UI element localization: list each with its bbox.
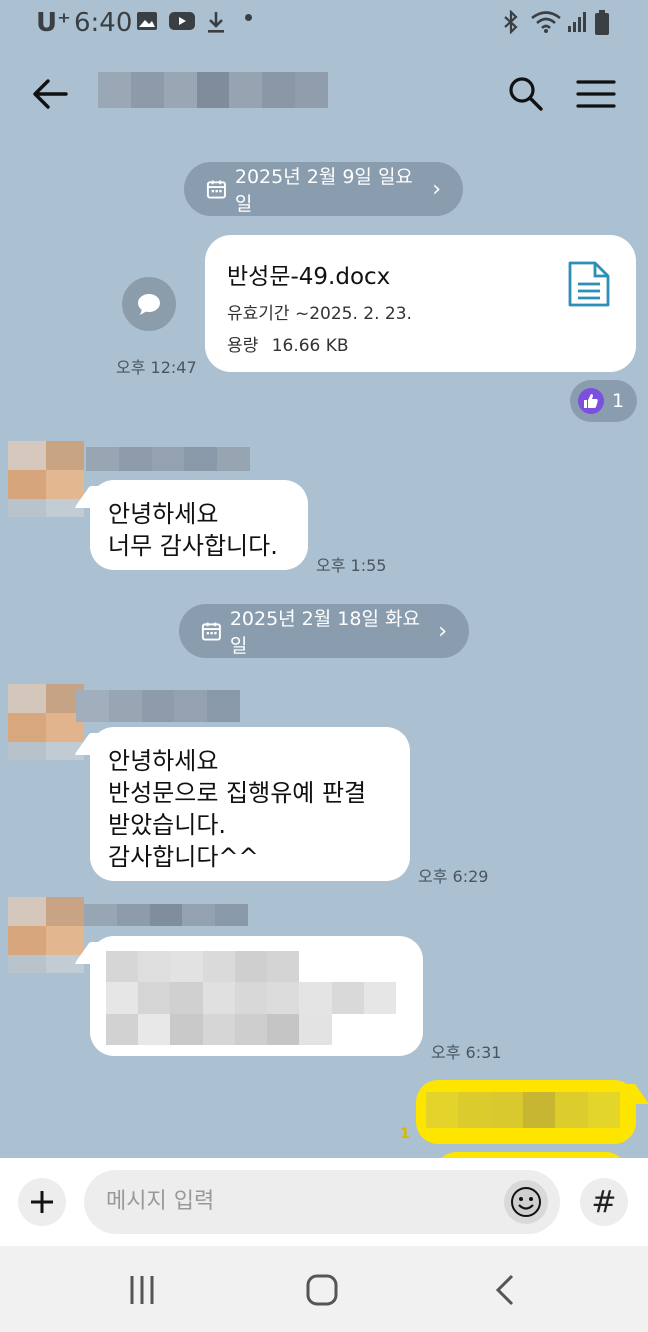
calendar-icon	[206, 180, 226, 199]
emoji-button[interactable]	[504, 1180, 548, 1224]
message-line: 반성문으로 집행유예 판결	[108, 779, 367, 807]
sender-name-redacted	[84, 904, 248, 926]
bluetooth-icon	[504, 10, 518, 34]
file-attachment-card[interactable]: 반성문-49.docx 유효기간 ~2025. 2. 23. 용량 16.66 …	[205, 235, 636, 372]
message-bubble[interactable]: 안녕하세요 반성문으로 집행유예 판결 받았습니다. 감사합니다^^	[90, 727, 410, 881]
chevron-right-icon: ›	[432, 176, 441, 202]
download-icon	[208, 12, 224, 33]
emoji-icon	[511, 1187, 541, 1217]
recent-apps-icon[interactable]	[120, 1268, 164, 1312]
document-icon	[568, 261, 610, 307]
home-icon[interactable]	[300, 1268, 344, 1312]
date-label: 2025년 2월 18일 화요일	[229, 608, 420, 657]
youtube-icon	[169, 12, 195, 30]
carrier-label: U⁺	[36, 8, 71, 38]
signal-icon	[568, 12, 586, 32]
back-nav-icon[interactable]	[484, 1268, 528, 1312]
message-bubble[interactable]	[90, 936, 423, 1056]
file-expiry: 유효기간 ~2025. 2. 23.	[227, 304, 412, 324]
chat-title-redacted	[98, 72, 329, 108]
status-bar: U⁺ 6:40	[0, 0, 648, 46]
avatar[interactable]	[8, 441, 84, 517]
sender-name-redacted	[76, 690, 240, 722]
attach-button[interactable]	[18, 1178, 66, 1226]
message-time: 오후 12:47	[116, 358, 197, 377]
date-separator: 2025년 2월 9일 일요일 ›	[184, 162, 463, 216]
hashtag-button[interactable]: #	[580, 1178, 628, 1226]
menu-icon[interactable]	[574, 72, 618, 116]
avatar[interactable]	[8, 684, 84, 760]
file-size: 16.66 KB	[271, 336, 349, 356]
status-time: 6:40	[74, 8, 133, 38]
my-message-bubble[interactable]	[416, 1080, 636, 1144]
thumbs-up-icon	[578, 388, 604, 414]
system-nav-bar	[0, 1246, 648, 1332]
reaction-count: 1	[612, 390, 625, 412]
date-label: 2025년 2월 9일 일요일	[234, 166, 413, 215]
battery-icon	[595, 10, 609, 35]
message-input[interactable]: 메시지 입력	[84, 1170, 560, 1234]
chat-bubble-icon	[138, 294, 160, 315]
message-line: 감사합니다^^	[108, 843, 259, 871]
message-line: 안녕하세요	[108, 747, 219, 775]
plus-icon	[31, 1191, 53, 1213]
message-line: 받았습니다.	[108, 811, 227, 839]
message-line: 너무 감사합니다.	[108, 532, 278, 560]
file-size-label: 용량	[227, 336, 259, 356]
message-time: 오후 1:55	[316, 556, 387, 575]
share-button[interactable]	[122, 277, 176, 331]
redacted-message-content	[106, 951, 396, 1045]
sender-name-redacted	[86, 447, 250, 471]
avatar[interactable]	[8, 897, 84, 973]
image-icon	[137, 12, 157, 30]
message-input-bar: 메시지 입력 #	[0, 1158, 648, 1246]
calendar-icon	[201, 622, 221, 641]
back-arrow-icon[interactable]	[28, 72, 72, 116]
wifi-icon	[531, 11, 561, 33]
unread-count: 1	[400, 1126, 410, 1142]
message-bubble[interactable]: 안녕하세요 너무 감사합니다.	[90, 480, 308, 570]
like-reaction[interactable]: 1	[570, 380, 637, 422]
message-time: 오후 6:29	[418, 867, 489, 886]
chevron-right-icon: ›	[438, 618, 447, 644]
date-separator: 2025년 2월 18일 화요일 ›	[179, 604, 469, 658]
redacted-message-content	[426, 1092, 620, 1128]
chat-header	[0, 46, 648, 142]
message-line: 안녕하세요	[108, 500, 219, 528]
file-name: 반성문-49.docx	[227, 264, 391, 290]
search-icon[interactable]	[504, 72, 548, 116]
message-time: 오후 6:31	[431, 1043, 502, 1062]
notification-dot	[245, 14, 252, 21]
